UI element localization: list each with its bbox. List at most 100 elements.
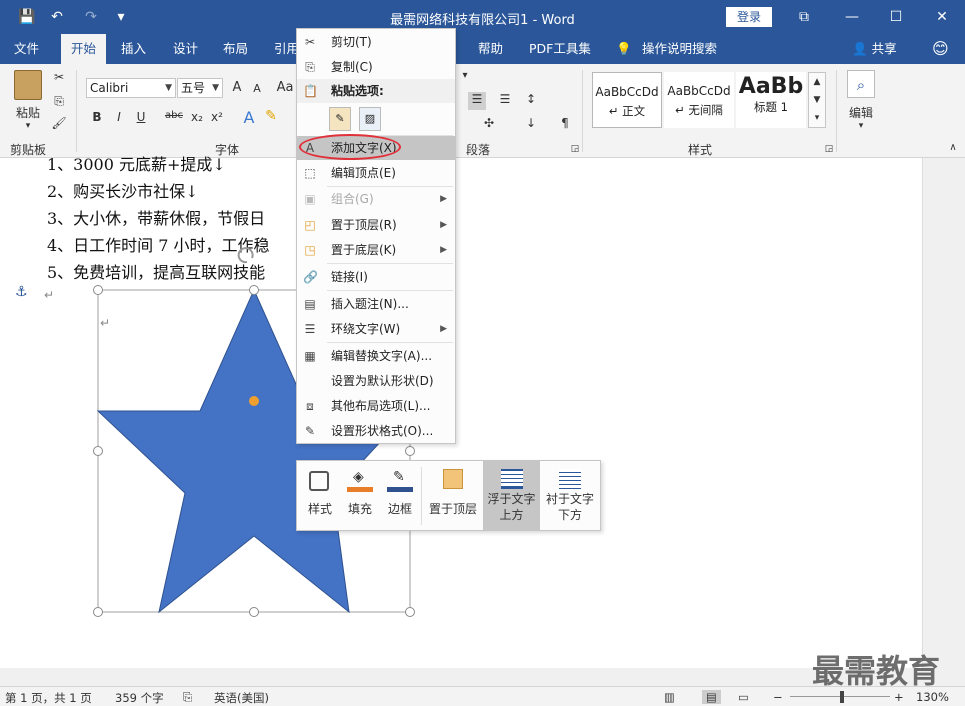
menu-item-bring-to-front[interactable]: ◰ 置于顶层(R) ▶ bbox=[297, 213, 455, 237]
tab-layout[interactable]: 布局 bbox=[223, 34, 248, 64]
login-button[interactable]: 登录 bbox=[726, 7, 772, 27]
styles-scroll[interactable]: ▲ ▼ ▾ bbox=[808, 72, 826, 128]
highlight-ring bbox=[299, 134, 401, 160]
chevron-right-icon: ▶ bbox=[440, 194, 447, 204]
justify-icon[interactable]: ☰ bbox=[468, 92, 486, 110]
text-effects-icon[interactable]: A bbox=[240, 108, 258, 127]
menu-item-send-to-back[interactable]: ◳ 置于底层(K) ▶ bbox=[297, 238, 455, 262]
paste-picture-icon[interactable]: ▨ bbox=[359, 107, 381, 131]
tab-design[interactable]: 设计 bbox=[173, 34, 198, 64]
zoom-level[interactable]: 130% bbox=[916, 690, 949, 704]
style-heading-1[interactable]: AaBb 标题 1 bbox=[736, 72, 806, 128]
menu-item-edit-alt-text[interactable]: ▦ 编辑替换文字(A)... bbox=[297, 344, 455, 368]
copy-icon[interactable]: ⎘ bbox=[50, 94, 68, 109]
menu-label: 设置形状格式(O)... bbox=[331, 424, 434, 438]
menu-item-format-shape[interactable]: ✎ 设置形状格式(O)... bbox=[297, 419, 455, 443]
tab-home[interactable]: 开始 bbox=[61, 34, 107, 64]
grow-font-icon[interactable]: A bbox=[228, 80, 246, 95]
menu-item-link[interactable]: 🔗 链接(I) bbox=[297, 265, 455, 289]
font-size-combo[interactable]: 五号 ▼ bbox=[177, 78, 223, 98]
paste-button[interactable]: 粘贴 ▾ bbox=[10, 70, 46, 134]
font-size-value: 五号 bbox=[181, 81, 206, 95]
behind-text-button[interactable]: 衬于文字下方 bbox=[542, 461, 598, 530]
font-name-value: Calibri bbox=[90, 81, 129, 95]
minimize-button[interactable]: — bbox=[840, 6, 864, 28]
show-marks-icon[interactable]: ¶ bbox=[556, 116, 574, 130]
shape-fill-button[interactable]: ◈ 填充 bbox=[341, 461, 379, 530]
document-area[interactable]: 1、3000 元底薪+提成↓ 2、购买长沙市社保↓ 3、大小休，带薪休假，节假日… bbox=[0, 155, 922, 668]
italic-button[interactable]: I bbox=[110, 110, 128, 124]
tell-me-search[interactable]: 操作说明搜索 bbox=[642, 34, 717, 64]
tab-insert[interactable]: 插入 bbox=[121, 34, 146, 64]
menu-item-copy[interactable]: ⎘ 复制(C) bbox=[297, 55, 455, 79]
lightbulb-icon: 💡 bbox=[616, 41, 632, 56]
menu-item-insert-caption[interactable]: ▤ 插入题注(N)... bbox=[297, 292, 455, 316]
read-mode-icon[interactable]: ▥ bbox=[664, 690, 675, 704]
group-separator bbox=[582, 70, 583, 152]
style-normal[interactable]: AaBbCcDd ↵ 正文 bbox=[592, 72, 662, 128]
sort-icon[interactable]: ↓ bbox=[522, 116, 540, 130]
tab-pdf-tools[interactable]: PDF工具集 bbox=[529, 34, 591, 64]
shrink-font-icon[interactable]: A bbox=[248, 82, 266, 95]
menu-label: 粘贴选项: bbox=[331, 84, 384, 98]
smiley-icon[interactable]: 😊 bbox=[932, 34, 949, 64]
web-layout-icon[interactable]: ▭ bbox=[738, 690, 749, 704]
ribbon-display-options-icon[interactable]: ⧉ bbox=[792, 6, 816, 28]
menu-separator bbox=[327, 263, 453, 264]
distributed-icon[interactable]: ☰ bbox=[496, 92, 514, 106]
menu-item-cut[interactable]: ✂ 剪切(T) bbox=[297, 30, 455, 54]
subscript-button[interactable]: x₂ bbox=[188, 110, 206, 124]
shape-outline-button[interactable]: ✎ 边框 bbox=[381, 461, 419, 530]
print-layout-icon[interactable]: ▤ bbox=[702, 690, 721, 704]
line-spacing-icon[interactable]: ↕ bbox=[522, 92, 540, 106]
proofing-icon[interactable]: ⎘ bbox=[183, 690, 192, 705]
bring-to-front-button[interactable]: 置于顶层 bbox=[425, 461, 481, 530]
highlight-icon[interactable]: ✎ bbox=[262, 108, 280, 124]
share-button[interactable]: 👤 共享 bbox=[852, 34, 897, 64]
zoom-out-button[interactable]: − bbox=[773, 690, 783, 704]
shading-icon[interactable]: ✣ bbox=[480, 116, 498, 130]
change-case-icon[interactable]: Aa bbox=[276, 80, 294, 95]
in-front-of-text-button[interactable]: 浮于文字上方 bbox=[483, 461, 540, 530]
language[interactable]: 英语(美国) bbox=[214, 690, 269, 706]
anchor-icon[interactable]: ⚓ bbox=[15, 284, 28, 300]
menu-item-edit-points[interactable]: ⬚ 编辑顶点(E) bbox=[297, 161, 455, 185]
page-count[interactable]: 第 1 页，共 1 页 bbox=[5, 690, 92, 706]
strikethrough-button[interactable]: abc bbox=[162, 110, 186, 121]
tab-help[interactable]: 帮助 bbox=[478, 34, 503, 64]
editing-button[interactable]: ⌕ 编辑 ▾ bbox=[844, 70, 878, 134]
link-icon: 🔗 bbox=[303, 270, 318, 284]
cut-icon[interactable]: ✂ bbox=[50, 70, 68, 84]
clipboard-group-label: 剪贴板 bbox=[10, 143, 47, 157]
menu-item-set-default-shape[interactable]: 设置为默认形状(D) bbox=[297, 369, 455, 393]
resize-handle bbox=[249, 607, 259, 617]
style-no-spacing[interactable]: AaBbCcDd ↵ 无间隔 bbox=[664, 72, 734, 128]
paste-keep-source-icon[interactable]: ✎ bbox=[329, 107, 351, 131]
menu-item-wrap-text[interactable]: ☰ 环绕文字(W) ▶ bbox=[297, 317, 455, 341]
underline-button[interactable]: U bbox=[132, 110, 150, 124]
bold-button[interactable]: B bbox=[88, 110, 106, 124]
outline-color-bar bbox=[387, 487, 413, 492]
shape-style-button[interactable]: 样式 bbox=[301, 461, 339, 530]
font-name-combo[interactable]: Calibri ▼ bbox=[86, 78, 176, 98]
tab-file[interactable]: 文件 bbox=[14, 34, 39, 64]
menu-label: 链接(I) bbox=[331, 270, 368, 284]
menu-separator bbox=[327, 342, 453, 343]
menu-label: 剪切(T) bbox=[331, 35, 372, 49]
superscript-button[interactable]: x² bbox=[208, 110, 226, 124]
collapse-ribbon-icon[interactable]: ∧ bbox=[944, 142, 962, 153]
menu-label: 设置为默认形状(D) bbox=[331, 374, 434, 388]
zoom-in-button[interactable]: + bbox=[894, 690, 904, 704]
vertical-scrollbar[interactable] bbox=[922, 158, 965, 668]
chevron-down-icon[interactable]: ▾ bbox=[456, 70, 474, 81]
word-count[interactable]: 359 个字 bbox=[115, 690, 164, 706]
zoom-slider-thumb[interactable] bbox=[840, 691, 844, 703]
close-button[interactable]: ✕ bbox=[930, 6, 954, 28]
menu-item-more-layout[interactable]: ⧈ 其他布局选项(L)... bbox=[297, 394, 455, 418]
chevron-down-icon: ▾ bbox=[858, 121, 864, 131]
share-label: 共享 bbox=[871, 41, 897, 56]
edit-points-icon: ⬚ bbox=[304, 166, 316, 180]
maximize-button[interactable]: ☐ bbox=[884, 6, 908, 28]
format-painter-icon[interactable]: 🖌 bbox=[50, 116, 68, 130]
menu-item-group[interactable]: ▣ 组合(G) ▶ bbox=[297, 187, 455, 211]
